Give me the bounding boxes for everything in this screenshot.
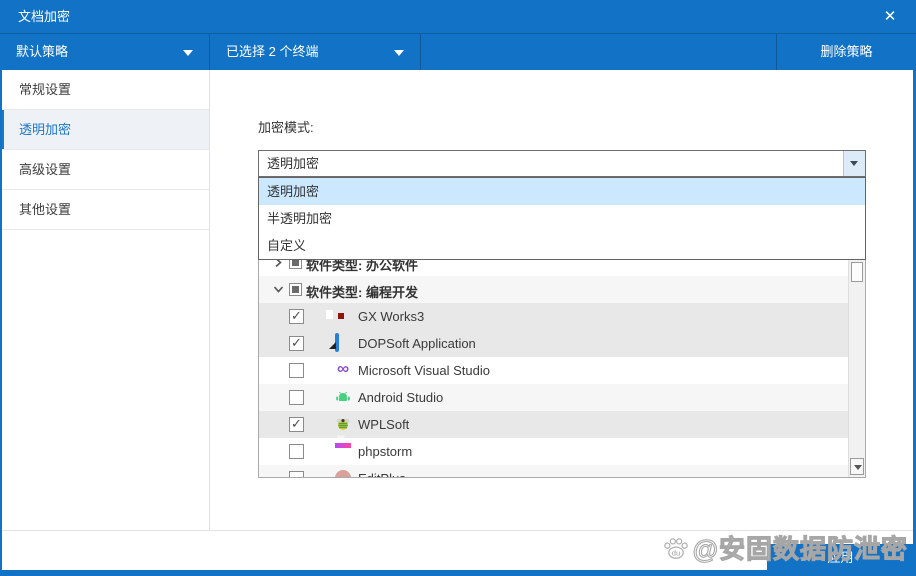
footer-bar: 应用	[0, 530, 916, 571]
sidebar-item-transparent-encryption[interactable]: 透明加密	[0, 110, 209, 150]
main-panel: 加密模式: 软件类型: 办公软件 软件类型: 编程开发 ✓ GX Works3 …	[211, 70, 916, 530]
software-name: GX Works3	[358, 309, 425, 324]
encryption-mode-dropdown-list: 透明加密 半透明加密 自定义	[258, 177, 866, 260]
terminal-selector-dropdown[interactable]: 已选择 2 个终端	[210, 34, 421, 70]
sidebar-item-other-settings[interactable]: 其他设置	[0, 190, 209, 230]
group-label: 软件类型: 编程开发	[306, 285, 418, 300]
software-name: WPLSoft	[358, 417, 410, 432]
dropdown-option-semi-transparent[interactable]: 半透明加密	[259, 205, 865, 232]
document-encryption-window: 文档加密 ✕ 默认策略 已选择 2 个终端 删除策略 常规设置 透明加密 高级设…	[0, 0, 916, 576]
checkbox-checked[interactable]	[289, 335, 304, 351]
checkbox-unchecked[interactable]	[289, 363, 304, 378]
window-border	[0, 570, 916, 576]
scrollbar-down-button[interactable]	[850, 458, 864, 475]
combobox-value: 透明加密	[267, 156, 320, 171]
software-name: EditPlus	[358, 471, 406, 477]
scrollbar-thumb[interactable]	[851, 262, 863, 282]
software-row[interactable]: ∞ Microsoft Visual Studio	[259, 357, 848, 384]
apply-button[interactable]: 应用	[767, 544, 914, 571]
software-row[interactable]: phpstorm	[259, 438, 848, 465]
software-row[interactable]: GX Works3	[259, 303, 848, 330]
close-icon[interactable]: ✕	[878, 0, 902, 33]
software-name: Android Studio	[358, 390, 444, 405]
visual-studio-icon: ∞	[336, 359, 350, 378]
policy-selector-dropdown[interactable]: 默认策略	[0, 34, 210, 70]
delete-policy-button[interactable]: 删除策略	[777, 34, 916, 70]
chevron-down-icon[interactable]	[273, 284, 284, 294]
policy-selector-label: 默认策略	[16, 44, 69, 59]
content-area: 常规设置 透明加密 高级设置 其他设置 加密模式: 软件类型: 办公软件 软件类…	[0, 70, 916, 530]
editplus-icon	[335, 470, 351, 477]
dropdown-option-custom[interactable]: 自定义	[259, 232, 865, 259]
checkbox-unchecked[interactable]	[289, 471, 304, 477]
dropdown-option-transparent[interactable]: 透明加密	[259, 178, 865, 205]
window-title: 文档加密	[18, 9, 71, 24]
software-name: DOPSoft Application	[358, 336, 476, 351]
software-name: phpstorm	[358, 444, 413, 459]
software-row[interactable]: DOPSoft Application	[259, 330, 848, 357]
toolbar: 默认策略 已选择 2 个终端 删除策略	[0, 33, 916, 70]
software-tree-rows: 软件类型: 办公软件 软件类型: 编程开发 GX Works3	[259, 249, 848, 477]
checkbox-checked[interactable]	[289, 416, 304, 432]
sidebar-item-advanced-settings[interactable]: 高级设置	[0, 150, 209, 190]
sidebar-item-general-settings[interactable]: 常规设置	[0, 70, 209, 110]
checkbox-unchecked[interactable]	[289, 390, 304, 405]
wplsoft-icon	[335, 416, 351, 432]
checkbox-unchecked[interactable]	[289, 444, 304, 459]
terminal-selector-label: 已选择 2 个终端	[226, 44, 319, 59]
settings-sidebar: 常规设置 透明加密 高级设置 其他设置	[0, 70, 210, 530]
encryption-mode-label: 加密模式:	[258, 120, 314, 135]
encryption-mode-combobox[interactable]: 透明加密	[258, 150, 866, 177]
combobox-dropdown-button[interactable]	[843, 151, 865, 176]
window-border	[0, 70, 2, 571]
software-row[interactable]: Android Studio	[259, 384, 848, 411]
toolbar-spacer	[421, 34, 777, 70]
dopsoft-icon	[335, 333, 339, 352]
software-name: Microsoft Visual Studio	[358, 363, 490, 378]
title-bar: 文档加密 ✕	[0, 0, 916, 33]
android-studio-icon	[335, 389, 351, 405]
chevron-down-icon	[183, 50, 193, 56]
tree-group-row[interactable]: 软件类型: 编程开发	[259, 276, 848, 303]
group-checkbox-indeterminate[interactable]	[289, 283, 302, 296]
checkbox-checked[interactable]	[289, 308, 304, 324]
software-row[interactable]: WPLSoft	[259, 411, 848, 438]
software-row-partial[interactable]: EditPlus	[259, 465, 848, 477]
chevron-down-icon	[394, 50, 404, 56]
